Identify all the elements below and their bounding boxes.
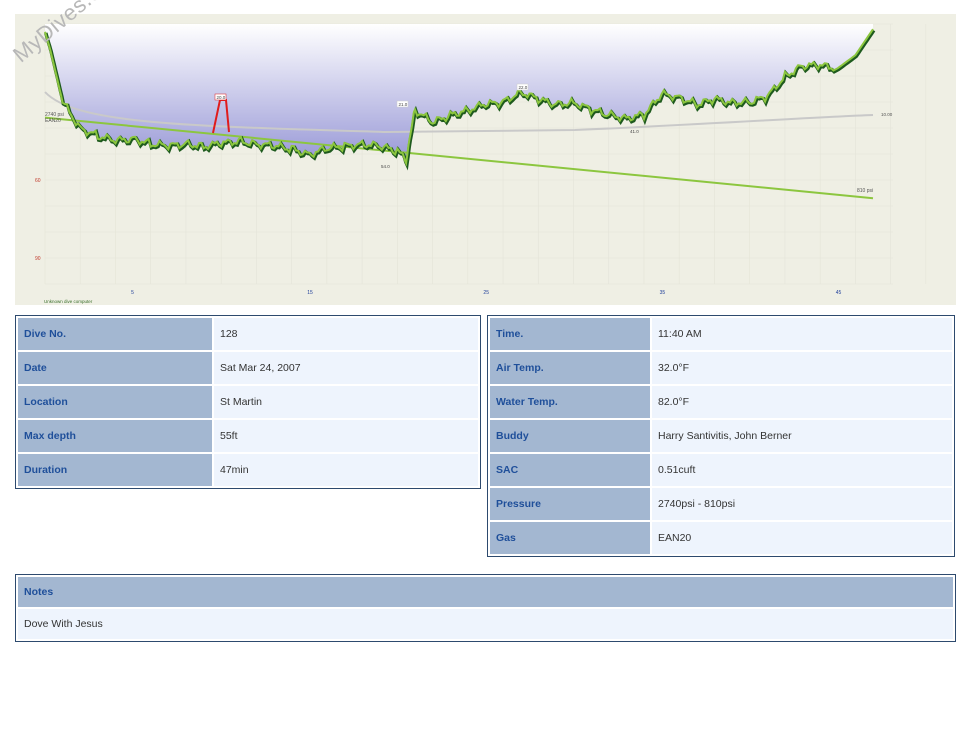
air-temp-label: Air Temp. [490, 352, 650, 384]
sac-label: SAC [490, 454, 650, 486]
y-tick-label: 60 [35, 178, 41, 184]
duration-value: 47min [214, 454, 478, 486]
table-row: Dive No. 128 [18, 318, 478, 350]
table-row: Max depth 55ft [18, 420, 478, 452]
depth-41-label: 41.0 [630, 129, 639, 134]
notes-table: Notes Dove With Jesus [15, 574, 956, 642]
time-value: 11:40 AM [652, 318, 952, 350]
gas-label: EAN20 [45, 118, 61, 124]
depth-marker-1-label: 20.0 [217, 95, 226, 100]
gas-label: Gas [490, 522, 650, 554]
end-pressure-label: 810 psi [857, 188, 873, 194]
pressure-value: 2740psi - 810psi [652, 488, 952, 520]
table-row: Dove With Jesus [18, 609, 953, 639]
x-tick-label: 45 [836, 290, 842, 296]
air-temp-value: 32.0°F [652, 352, 952, 384]
water-temp-value: 82.0°F [652, 386, 952, 418]
buddy-value: Harry Santivitis, John Berner [652, 420, 952, 452]
dive-no-label: Dive No. [18, 318, 212, 350]
location-value: St Martin [214, 386, 478, 418]
x-tick-label: 5 [131, 290, 134, 296]
x-tick-label: 15 [307, 290, 313, 296]
dive-no-value: 128 [214, 318, 478, 350]
dive-conditions-table: Time. 11:40 AM Air Temp. 32.0°F Water Te… [487, 315, 955, 557]
table-row: Date Sat Mar 24, 2007 [18, 352, 478, 384]
max-depth-label: Max depth [18, 420, 212, 452]
y-tick-label: 90 [35, 256, 41, 262]
gas-value: EAN20 [652, 522, 952, 554]
buddy-label: Buddy [490, 420, 650, 452]
ceiling-value-label: 10.00 [881, 112, 893, 117]
pressure-label: Pressure [490, 488, 650, 520]
notes-label: Notes [18, 577, 953, 607]
notes-value: Dove With Jesus [18, 609, 953, 639]
date-value: Sat Mar 24, 2007 [214, 352, 478, 384]
table-row: Water Temp. 82.0°F [490, 386, 952, 418]
depth-marker-1: 20.0 [214, 93, 227, 101]
sac-value: 0.51cuft [652, 454, 952, 486]
table-row: Air Temp. 32.0°F [490, 352, 952, 384]
table-row: Location St Martin [18, 386, 478, 418]
depth-marker-3: 22.0 [516, 83, 529, 91]
table-row: SAC 0.51cuft [490, 454, 952, 486]
max-depth-label: 54.0 [381, 164, 390, 169]
time-label: Time. [490, 318, 650, 350]
duration-label: Duration [18, 454, 212, 486]
table-row: Gas EAN20 [490, 522, 952, 554]
depth-marker-2: 21.0 [396, 100, 409, 108]
date-label: Date [18, 352, 212, 384]
table-row: Pressure 2740psi - 810psi [490, 488, 952, 520]
depth-marker-3-label: 22.0 [519, 85, 528, 90]
x-tick-label: 35 [660, 290, 666, 296]
dive-profile-chart: 5 15 25 35 45 6090 2740 psi EAN20 810 psi 10… [15, 14, 956, 305]
table-row: Buddy Harry Santivitis, John Berner [490, 420, 952, 452]
max-depth-value: 55ft [214, 420, 478, 452]
table-row: Notes [18, 577, 953, 607]
depth-marker-2-label: 21.0 [399, 102, 408, 107]
table-row: Duration 47min [18, 454, 478, 486]
dive-computer-label: Unknown dive computer [44, 299, 93, 304]
water-temp-label: Water Temp. [490, 386, 650, 418]
location-label: Location [18, 386, 212, 418]
table-row: Time. 11:40 AM [490, 318, 952, 350]
dive-info-table: Dive No. 128 Date Sat Mar 24, 2007 Locat… [15, 315, 481, 489]
x-tick-label: 25 [483, 290, 489, 296]
